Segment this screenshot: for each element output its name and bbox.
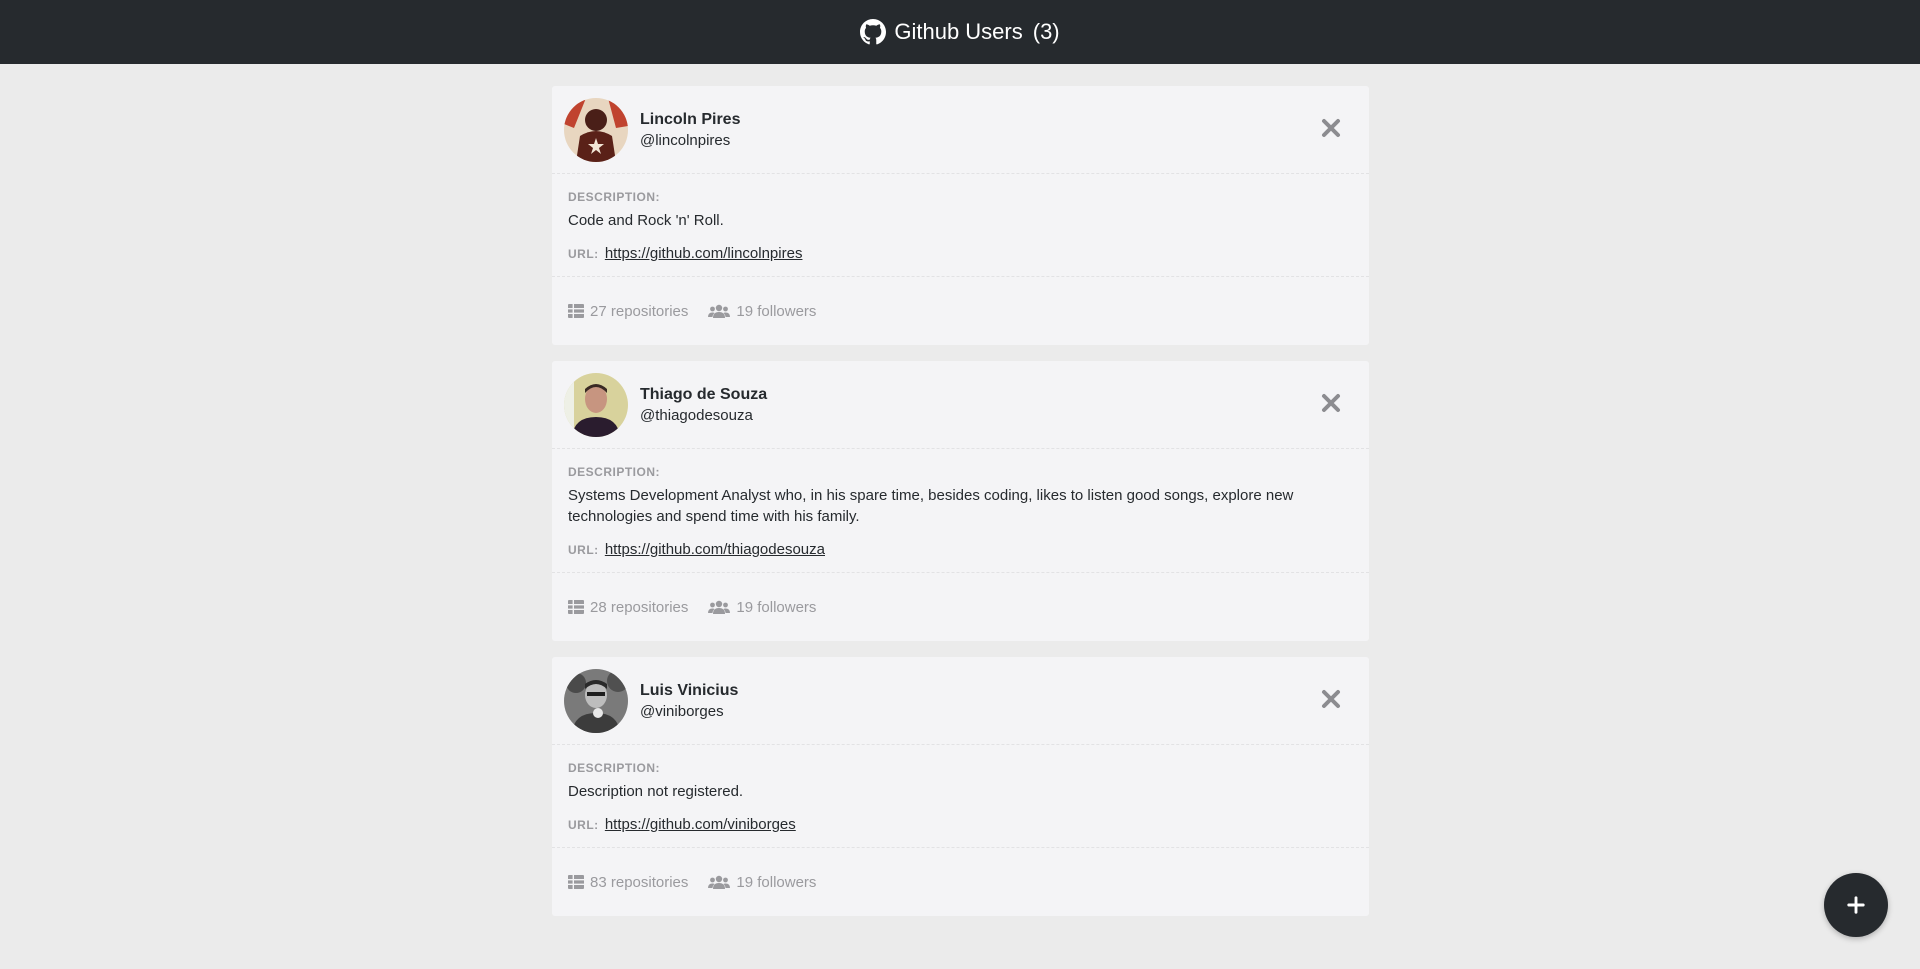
plus-icon [1847, 896, 1865, 914]
user-description: Code and Rock 'n' Roll. [568, 212, 724, 229]
followers-count: 19 followers [736, 598, 817, 616]
add-user-button[interactable] [1824, 873, 1888, 937]
table-icon [568, 600, 584, 614]
remove-user-button[interactable] [1319, 687, 1343, 711]
followers-stat: 19 followers [708, 874, 816, 891]
user-card-header: Luis Vinicius @viniborges [552, 657, 1369, 745]
close-icon [1322, 394, 1340, 412]
users-icon [708, 600, 731, 614]
repositories-stat: 83 repositories [568, 874, 688, 891]
table-icon [568, 304, 584, 318]
user-name: Thiago de Souza [640, 385, 768, 403]
remove-user-button[interactable] [1319, 116, 1343, 140]
followers-count: 19 followers [736, 873, 817, 891]
user-card-footer: 27 repositories 19 followers [552, 277, 1369, 345]
url-label: URL: [568, 818, 599, 832]
description-label: DESCRIPTION: [568, 190, 661, 204]
user-name: Lincoln Pires [640, 110, 741, 128]
users-icon [708, 875, 731, 889]
page-title: Github Users [894, 19, 1023, 44]
user-count: (3) [1032, 19, 1060, 44]
user-card-header: Lincoln Pires @lincolnpires [552, 86, 1369, 174]
user-login: @lincolnpires [640, 131, 731, 149]
user-card: Thiago de Souza @thiagodesouza DESCRIPTI… [552, 361, 1369, 641]
users-icon [708, 304, 731, 318]
user-card-body: DESCRIPTION: Description not registered.… [552, 745, 1369, 848]
user-card-body: DESCRIPTION: Code and Rock 'n' Roll. URL… [552, 174, 1369, 277]
user-description: Systems Development Analyst who, in his … [568, 487, 1294, 525]
user-login: @viniborges [640, 702, 724, 720]
repositories-stat: 28 repositories [568, 599, 688, 616]
repositories-count: 83 repositories [590, 873, 689, 891]
user-url-link[interactable]: https://github.com/viniborges [605, 816, 796, 833]
repositories-count: 27 repositories [590, 302, 689, 320]
user-card-header: Thiago de Souza @thiagodesouza [552, 361, 1369, 449]
close-icon [1322, 119, 1340, 137]
url-label: URL: [568, 247, 599, 261]
close-icon [1322, 690, 1340, 708]
followers-stat: 19 followers [708, 303, 816, 320]
url-label: URL: [568, 543, 599, 557]
user-card-footer: 83 repositories 19 followers [552, 848, 1369, 916]
avatar [564, 372, 628, 437]
user-card: Lincoln Pires @lincolnpires DESCRIPTION:… [552, 86, 1369, 345]
followers-count: 19 followers [736, 302, 817, 320]
description-label: DESCRIPTION: [568, 761, 661, 775]
avatar [564, 97, 628, 162]
user-login: @thiagodesouza [640, 406, 753, 424]
user-list: Lincoln Pires @lincolnpires DESCRIPTION:… [552, 86, 1369, 932]
repositories-stat: 27 repositories [568, 303, 688, 320]
user-url-link[interactable]: https://github.com/lincolnpires [605, 245, 803, 262]
table-icon [568, 875, 584, 889]
repositories-count: 28 repositories [590, 598, 689, 616]
user-url-link[interactable]: https://github.com/thiagodesouza [605, 541, 825, 558]
user-name: Luis Vinicius [640, 681, 739, 699]
app-header: Github Users (3) [0, 0, 1920, 64]
remove-user-button[interactable] [1319, 391, 1343, 415]
user-card: Luis Vinicius @viniborges DESCRIPTION: D… [552, 657, 1369, 916]
github-icon [860, 19, 887, 45]
user-card-footer: 28 repositories 19 followers [552, 573, 1369, 641]
avatar [564, 668, 628, 733]
description-label: DESCRIPTION: [568, 465, 661, 479]
followers-stat: 19 followers [708, 599, 816, 616]
user-description: Description not registered. [568, 783, 744, 800]
user-card-body: DESCRIPTION: Systems Development Analyst… [552, 449, 1369, 573]
